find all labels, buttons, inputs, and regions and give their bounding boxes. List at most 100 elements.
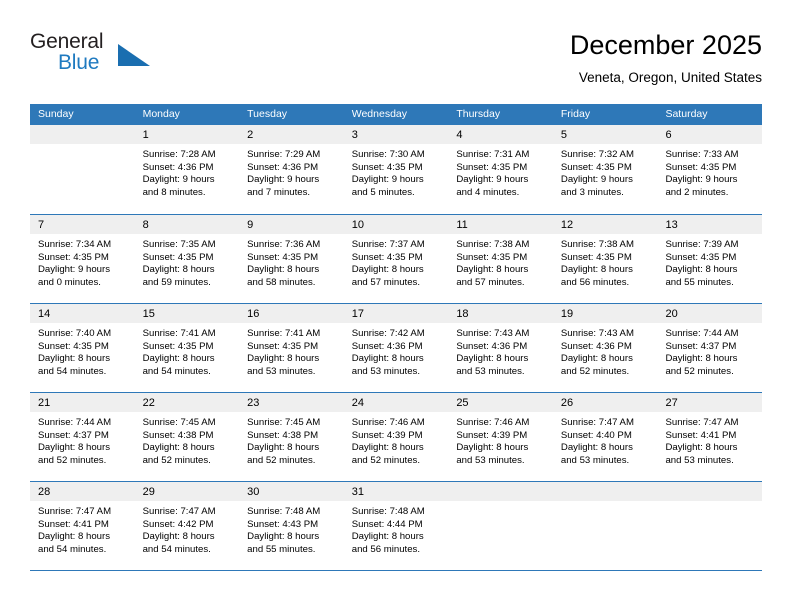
- calendar-week-row: 28 Sunrise: 7:47 AM Sunset: 4:41 PM Dayligh…: [30, 481, 763, 570]
- day-info-line: and 52 minutes.: [142, 454, 211, 466]
- day-info-line: Sunset: 4:44 PM: [351, 518, 423, 530]
- day-cell-15[interactable]: 15 Sunrise: 7:41 AM Sunset: 4:35 PM Dayligh…: [134, 304, 240, 392]
- day-cell-12[interactable]: 12 Sunrise: 7:38 AM Sunset: 4:35 PM Dayligh…: [552, 215, 658, 303]
- day-info-line: Sunrise: 7:36 AM: [247, 239, 321, 250]
- day-info-line: Sunrise: 7:47 AM: [560, 417, 634, 428]
- day-number-band: 12: [552, 215, 658, 234]
- day-info-line: and 54 minutes.: [38, 365, 107, 377]
- day-cell-21[interactable]: 21 Sunrise: 7:44 AM Sunset: 4:37 PM Dayligh…: [30, 393, 135, 481]
- day-cell-13[interactable]: 13 Sunrise: 7:39 AM Sunset: 4:35 PM Dayligh…: [657, 215, 763, 303]
- day-info-line: and 53 minutes.: [560, 454, 630, 466]
- day-number-band: 25: [448, 393, 553, 412]
- day-info-line: Sunset: 4:35 PM: [142, 340, 214, 352]
- day-number: 11: [456, 219, 468, 231]
- day-sun-info: Sunrise: 7:39 AM Sunset: 4:35 PM Daylight:…: [657, 234, 762, 289]
- page-header: General Blue December 2025 Veneta, Orego…: [30, 28, 762, 98]
- day-cell-22[interactable]: 22 Sunrise: 7:45 AM Sunset: 4:38 PM Dayligh…: [134, 393, 240, 481]
- day-number: 28: [38, 486, 51, 498]
- day-cell-5[interactable]: 5 Sunrise: 7:32 AM Sunset: 4:35 PM Daylight…: [552, 125, 658, 214]
- day-number: 14: [38, 308, 51, 320]
- day-info-line: and 4 minutes.: [456, 186, 520, 198]
- day-cell-28[interactable]: 28 Sunrise: 7:47 AM Sunset: 4:41 PM Dayligh…: [30, 482, 135, 570]
- day-cell-26[interactable]: 26 Sunrise: 7:47 AM Sunset: 4:40 PM Dayligh…: [552, 393, 658, 481]
- day-cell-24[interactable]: 24 Sunrise: 7:46 AM Sunset: 4:39 PM Dayligh…: [343, 393, 449, 481]
- day-sun-info: Sunrise: 7:36 AM Sunset: 4:35 PM Daylight:…: [239, 234, 344, 289]
- day-number-band: 13: [657, 215, 763, 234]
- day-info-line: Daylight: 8 hours: [351, 264, 424, 276]
- logo-text-blue: Blue: [58, 51, 100, 74]
- day-cell-20[interactable]: 20 Sunrise: 7:44 AM Sunset: 4:37 PM Dayligh…: [657, 304, 763, 392]
- day-info-line: Sunset: 4:35 PM: [351, 161, 423, 173]
- general-blue-logo[interactable]: General Blue: [30, 30, 150, 78]
- day-cell-4[interactable]: 4 Sunrise: 7:31 AM Sunset: 4:35 PM Daylight…: [448, 125, 553, 214]
- weekday-header-friday: Friday: [560, 108, 591, 120]
- day-number-band: 20: [657, 304, 763, 323]
- calendar-grid: Sunday Monday Tuesday Wednesday Thursday Frid…: [30, 104, 763, 571]
- day-number-band: 29: [134, 482, 240, 501]
- day-info-line: Sunrise: 7:42 AM: [351, 328, 425, 339]
- calendar-week-row: 14 Sunrise: 7:40 AM Sunset: 4:35 PM Dayligh…: [30, 303, 763, 392]
- day-cell-6[interactable]: 6 Sunrise: 7:33 AM Sunset: 4:35 PM Daylight…: [657, 125, 763, 214]
- day-info-line: Sunset: 4:35 PM: [247, 251, 319, 263]
- day-info-line: Daylight: 8 hours: [247, 264, 320, 276]
- day-cell-17[interactable]: 17 Sunrise: 7:42 AM Sunset: 4:36 PM Dayligh…: [343, 304, 449, 392]
- day-number-band: 2: [239, 125, 344, 144]
- day-sun-info: Sunrise: 7:43 AM Sunset: 4:36 PM Daylight:…: [448, 323, 553, 378]
- day-cell-18[interactable]: 18 Sunrise: 7:43 AM Sunset: 4:36 PM Dayligh…: [448, 304, 553, 392]
- day-info-line: Sunset: 4:35 PM: [38, 340, 109, 352]
- day-info-line: Daylight: 8 hours: [142, 442, 215, 454]
- day-info-line: Daylight: 9 hours: [560, 174, 633, 186]
- day-info-line: Daylight: 9 hours: [665, 174, 738, 186]
- day-cell-27[interactable]: 27 Sunrise: 7:47 AM Sunset: 4:41 PM Dayligh…: [657, 393, 763, 481]
- day-cell-19[interactable]: 19 Sunrise: 7:43 AM Sunset: 4:36 PM Dayligh…: [552, 304, 658, 392]
- day-sun-info: Sunrise: 7:33 AM Sunset: 4:35 PM Daylight:…: [657, 144, 762, 199]
- day-number: 9: [247, 219, 254, 231]
- day-number: 23: [247, 397, 260, 409]
- day-cell-8[interactable]: 8 Sunrise: 7:35 AM Sunset: 4:35 PM Daylight…: [134, 215, 240, 303]
- day-info-line: Sunset: 4:35 PM: [560, 161, 632, 173]
- day-number-band: 28: [30, 482, 135, 501]
- day-sun-info: Sunrise: 7:47 AM Sunset: 4:42 PM Daylight:…: [135, 501, 240, 556]
- day-info-line: and 53 minutes.: [456, 454, 525, 466]
- day-cell-2[interactable]: 2 Sunrise: 7:29 AM Sunset: 4:36 PM Daylight…: [239, 125, 344, 214]
- day-info-line: Daylight: 9 hours: [142, 174, 215, 186]
- day-cell-9[interactable]: 9 Sunrise: 7:36 AM Sunset: 4:35 PM Daylight…: [239, 215, 344, 303]
- day-number-band: 6: [657, 125, 763, 144]
- day-info-line: and 53 minutes.: [665, 454, 734, 466]
- day-cell-1[interactable]: 1 Sunrise: 7:28 AM Sunset: 4:36 PM Daylight…: [134, 125, 240, 214]
- weekday-header-tuesday: Tuesday: [247, 108, 288, 120]
- day-number-band: 30: [239, 482, 344, 501]
- day-number-band: 3: [343, 125, 449, 144]
- day-info-line: Sunset: 4:35 PM: [456, 251, 528, 263]
- day-sun-info: Sunrise: 7:41 AM Sunset: 4:35 PM Daylight:…: [135, 323, 240, 378]
- day-info-line: Daylight: 8 hours: [560, 264, 633, 276]
- day-info-line: Daylight: 9 hours: [38, 264, 110, 276]
- day-info-line: Sunset: 4:36 PM: [142, 161, 214, 173]
- day-cell-11[interactable]: 11 Sunrise: 7:38 AM Sunset: 4:35 PM Dayligh…: [448, 215, 553, 303]
- day-cell-30[interactable]: 30 Sunrise: 7:48 AM Sunset: 4:43 PM Dayligh…: [239, 482, 344, 570]
- day-number: 12: [560, 219, 574, 231]
- day-info-line: Daylight: 8 hours: [38, 531, 110, 543]
- day-info-line: Daylight: 9 hours: [456, 174, 529, 186]
- day-info-line: Daylight: 9 hours: [247, 174, 320, 186]
- day-cell-29[interactable]: 29 Sunrise: 7:47 AM Sunset: 4:42 PM Dayligh…: [134, 482, 240, 570]
- day-cell-31[interactable]: 31 Sunrise: 7:48 AM Sunset: 4:44 PM Dayligh…: [343, 482, 449, 570]
- day-info-line: and 53 minutes.: [351, 365, 421, 377]
- day-info-line: Sunset: 4:35 PM: [560, 251, 632, 263]
- day-number: 24: [351, 397, 364, 409]
- day-info-line: and 59 minutes.: [142, 276, 211, 288]
- day-cell-25[interactable]: 25 Sunrise: 7:46 AM Sunset: 4:39 PM Dayligh…: [448, 393, 553, 481]
- day-cell-16[interactable]: 16 Sunrise: 7:41 AM Sunset: 4:35 PM Dayligh…: [239, 304, 344, 392]
- day-cell-10[interactable]: 10 Sunrise: 7:37 AM Sunset: 4:35 PM Dayligh…: [343, 215, 449, 303]
- day-sun-info: Sunrise: 7:48 AM Sunset: 4:44 PM Daylight:…: [344, 501, 449, 556]
- day-number: 5: [560, 129, 568, 141]
- day-info-line: Sunrise: 7:46 AM: [351, 417, 425, 428]
- day-cell-23[interactable]: 23 Sunrise: 7:45 AM Sunset: 4:38 PM Dayligh…: [239, 393, 344, 481]
- day-number: 18: [456, 308, 469, 320]
- day-cell-14[interactable]: 14 Sunrise: 7:40 AM Sunset: 4:35 PM Dayligh…: [30, 304, 135, 392]
- day-number-band: 22: [134, 393, 240, 412]
- day-cell-3[interactable]: 3 Sunrise: 7:30 AM Sunset: 4:35 PM Daylight…: [343, 125, 449, 214]
- day-number: 10: [351, 219, 364, 231]
- day-number-band: 18: [448, 304, 553, 323]
- day-cell-7[interactable]: 7 Sunrise: 7:34 AM Sunset: 4:35 PM Daylight…: [30, 215, 135, 303]
